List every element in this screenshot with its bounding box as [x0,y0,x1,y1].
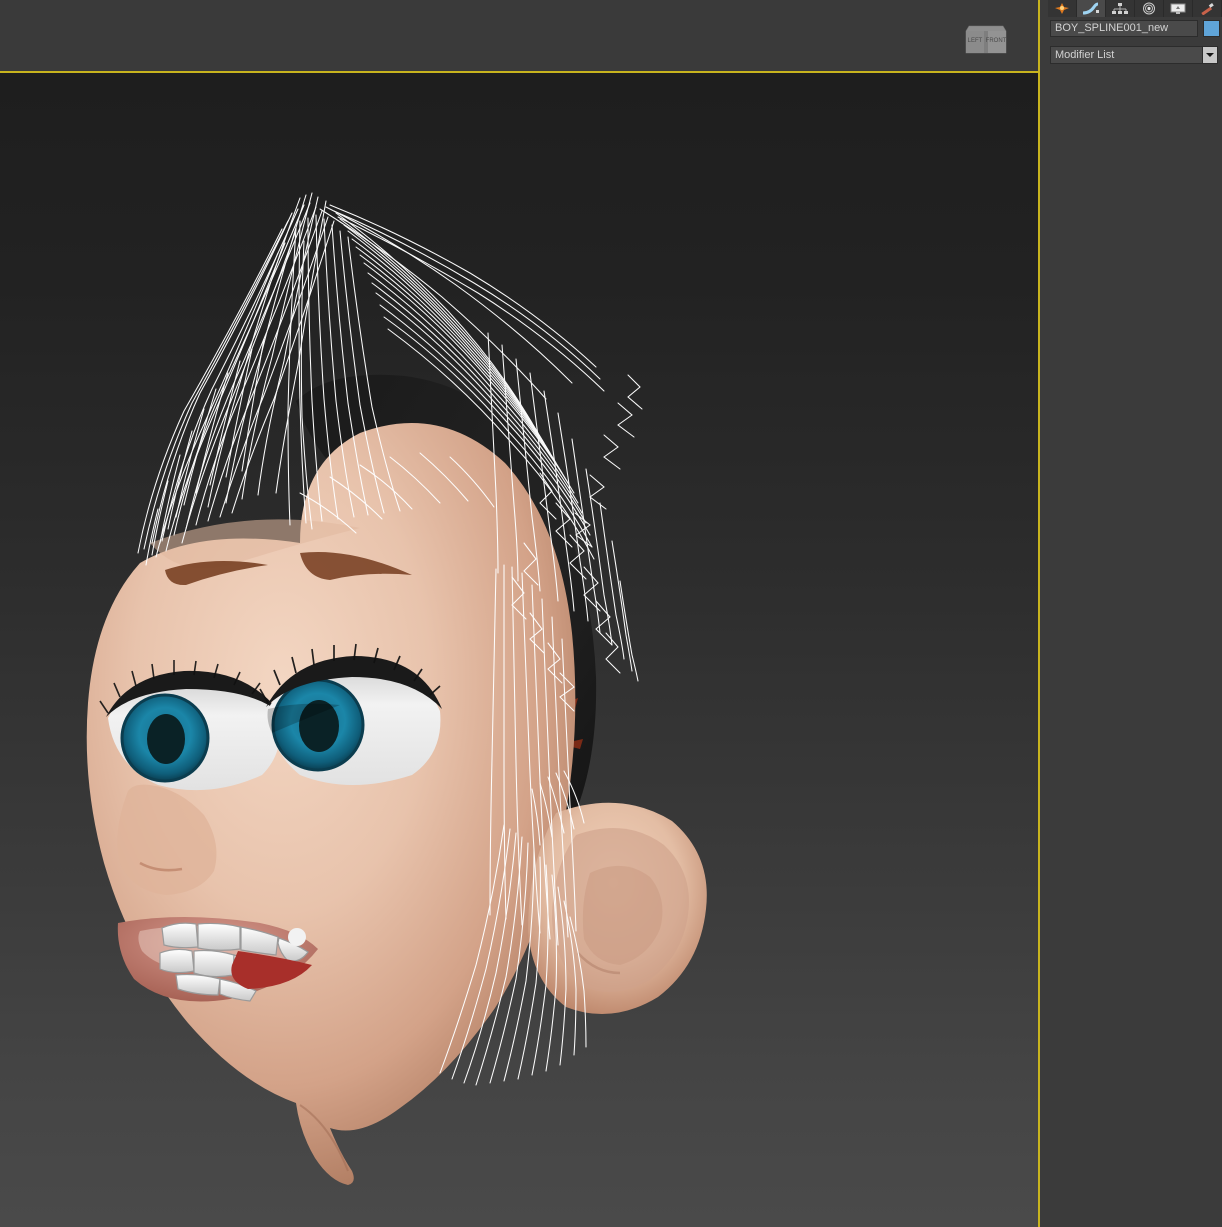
hierarchy-tab[interactable] [1106,0,1135,17]
viewcube-left-label: LEFT [968,38,983,44]
utilities-tab[interactable] [1193,0,1222,17]
create-tab[interactable] [1048,0,1077,17]
viewcube[interactable]: LEFT FRONT [963,18,1009,62]
command-panel: BOY_SPLINE001_new Modifier List Point Ca… [1040,0,1222,1227]
command-panel-tabs[interactable] [1048,0,1222,17]
modifier-list-dropdown[interactable]: Modifier List [1050,46,1218,64]
viewport-header-strip [0,0,1040,71]
display-tab[interactable] [1164,0,1193,17]
object-name-row: BOY_SPLINE001_new [1050,20,1218,37]
motion-tab[interactable] [1135,0,1164,17]
chevron-down-icon[interactable] [1202,47,1217,63]
viewport-render-canvas[interactable] [0,73,1038,1227]
object-name-input[interactable]: BOY_SPLINE001_new [1050,20,1198,37]
viewport-area[interactable]: LEFT FRONT [0,0,1040,1227]
object-color-swatch[interactable] [1203,20,1220,37]
max-window: LEFT FRONT [0,0,1222,1227]
modify-tab[interactable] [1077,0,1106,17]
modifier-list-label: Modifier List [1055,48,1114,63]
viewcube-front-label: FRONT [986,38,1007,44]
character-head-render [0,73,1038,1227]
